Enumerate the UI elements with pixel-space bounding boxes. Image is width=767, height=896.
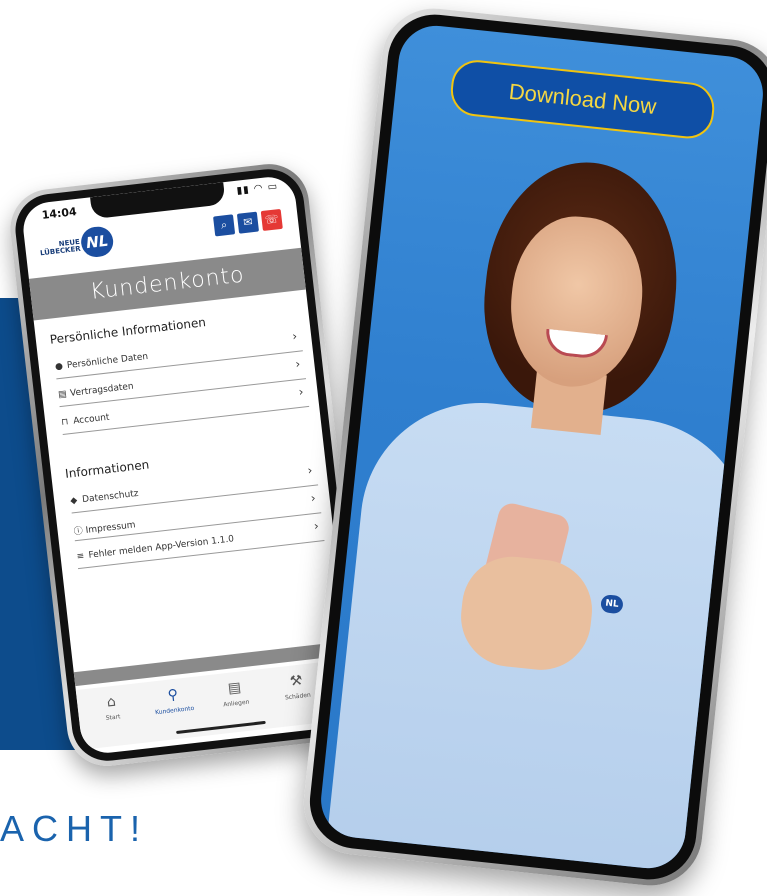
- phone-app-mockup: 14:04 ▮▮ ◠ ▭ NEUE LÜBECKER NL ⌕ ✉ ☏ Kund…: [6, 159, 370, 771]
- download-now-button[interactable]: Download Now: [448, 57, 717, 141]
- document-icon: ▤: [227, 679, 243, 697]
- home-icon: ⌂: [106, 693, 117, 711]
- chat-button[interactable]: ✉: [236, 211, 260, 234]
- chat-icon: ✉: [242, 215, 254, 230]
- page-title: Kundenkonto: [28, 247, 306, 321]
- chevron-right-icon: ›: [297, 384, 305, 399]
- chevron-right-icon: ›: [309, 490, 317, 506]
- tab-start[interactable]: ⌂ Start: [81, 691, 144, 725]
- headline-fragment: ACHT!: [0, 808, 148, 849]
- search-icon: ⌕: [220, 218, 228, 232]
- phone-alert-icon: ☏: [264, 212, 280, 227]
- nl-logo-badge: NL: [79, 225, 115, 259]
- phone-ad-mockup: Download Now NL: [298, 3, 767, 891]
- status-time: 14:04: [41, 205, 78, 222]
- status-icons: ▮▮ ◠ ▭: [236, 181, 279, 197]
- person-icon: ⚲: [166, 686, 179, 704]
- lock-icon: ⊓: [60, 417, 69, 429]
- document-icon: ▤: [57, 389, 68, 401]
- chevron-right-icon: ›: [313, 518, 320, 534]
- shield-icon: ◆: [69, 495, 78, 507]
- chevron-right-icon: ›: [306, 462, 314, 478]
- search-button[interactable]: ⌕: [213, 214, 236, 237]
- database-icon: ≡: [76, 551, 85, 563]
- call-button[interactable]: ☏: [260, 208, 283, 232]
- tab-anliegen[interactable]: ▤ Anliegen: [204, 677, 267, 711]
- tab-kundenkonto[interactable]: ⚲ Kundenkonto: [142, 684, 205, 718]
- section-title: Informationen: [64, 457, 150, 481]
- logo-text: NEUE LÜBECKER: [39, 237, 82, 258]
- chevron-right-icon: ›: [291, 328, 298, 344]
- user-icon: ●: [54, 361, 64, 373]
- chevron-right-icon: ›: [294, 356, 302, 372]
